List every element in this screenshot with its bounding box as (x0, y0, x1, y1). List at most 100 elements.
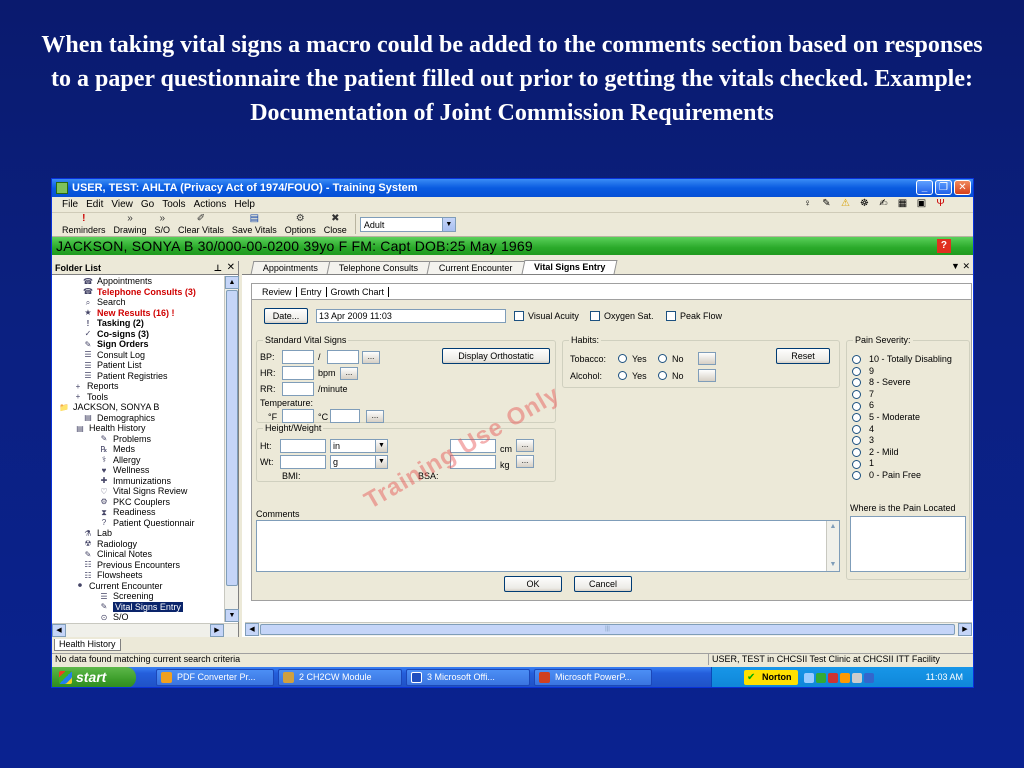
pin-icon[interactable]: ⊥ (214, 261, 222, 275)
caduceus-icon[interactable]: Ψ (934, 198, 947, 210)
task-pdf-converter[interactable]: PDF Converter Pr... (156, 669, 274, 686)
pain-level-radio[interactable] (852, 471, 861, 481)
reset-button[interactable]: Reset (776, 348, 830, 364)
folder-item[interactable]: ☷ Flowsheets (52, 570, 224, 581)
visual-acuity-checkbox[interactable] (514, 311, 524, 321)
height-cm-field[interactable] (450, 439, 496, 453)
date-field[interactable]: 13 Apr 2009 11:03 (316, 309, 506, 323)
scroll-up-icon[interactable]: ▲ (225, 276, 239, 289)
scroll-left-icon[interactable]: ◀ (52, 624, 66, 637)
chevron-down-icon[interactable]: ▼ (375, 456, 387, 468)
folder-item[interactable]: ✎ Sign Orders (52, 339, 224, 350)
bp-diastolic-field[interactable] (327, 350, 359, 364)
clear-vitals-button[interactable]: ✐ Clear Vitals (174, 212, 228, 236)
tobacco-no-radio[interactable] (658, 354, 667, 363)
scroll-down-icon[interactable]: ▼ (225, 609, 239, 622)
reminders-button[interactable]: ! Reminders (58, 212, 110, 236)
scroll-thumb[interactable] (226, 290, 238, 586)
folder-item[interactable]: ▤ Demographics (52, 413, 224, 424)
scroll-right-icon[interactable]: ▶ (958, 623, 972, 636)
chevron-down-icon[interactable]: ▼ (375, 440, 387, 452)
pain-location-field[interactable] (850, 516, 966, 572)
menu-go[interactable]: Go (141, 199, 154, 210)
weight-kg-field[interactable] (450, 455, 496, 469)
folder-item[interactable]: ⌕ Search (52, 297, 224, 308)
folder-item[interactable]: ☎ Telephone Consults (3) (52, 287, 224, 298)
pain-level-option[interactable]: 9 (852, 366, 874, 377)
menu-file[interactable]: File (62, 199, 78, 210)
folder-item[interactable]: ✎ Clinical Notes (52, 549, 224, 560)
tab-vital-signs-entry[interactable]: Vital Signs Entry (521, 260, 618, 274)
pain-level-option[interactable]: 8 - Severe (852, 377, 911, 388)
folder-item[interactable]: ⚫ Current Encounter (52, 581, 224, 592)
task-ch2cw-module[interactable]: 2 CH2CW Module (278, 669, 402, 686)
norton-badge[interactable]: Norton (744, 670, 798, 685)
subtab-review[interactable]: Review (258, 287, 296, 297)
scroll-thumb[interactable]: ||| (260, 624, 955, 635)
bp-systolic-field[interactable] (282, 350, 314, 364)
height-field[interactable] (280, 439, 326, 453)
weight-more-button[interactable]: ... (516, 455, 534, 468)
folder-item[interactable]: ★ New Results (16) ! (52, 308, 224, 319)
weight-unit-select[interactable]: g ▼ (330, 455, 388, 469)
warning-icon[interactable]: ⚠ (839, 198, 852, 210)
tab-appointments[interactable]: Appointments (250, 261, 331, 274)
folder-item[interactable]: + Tools (52, 392, 224, 403)
folder-item[interactable]: ☢ Radiology (52, 539, 224, 550)
folder-item[interactable]: ? Patient Questionnair (52, 518, 224, 529)
alcohol-yes-radio[interactable] (618, 371, 627, 380)
tab-menu-icon[interactable]: ▼ ✕ (951, 261, 970, 272)
network-icon[interactable] (803, 672, 814, 683)
subtab-entry[interactable]: Entry (297, 287, 326, 297)
tab-current-encounter[interactable]: Current Encounter (426, 261, 526, 274)
update-icon[interactable] (839, 672, 850, 683)
chevron-down-icon[interactable]: ▼ (441, 218, 455, 231)
oxygen-sat-checkbox[interactable] (590, 311, 600, 321)
glasses-icon[interactable]: ♀ (801, 198, 814, 210)
folder-item[interactable]: ! Tasking (2) (52, 318, 224, 329)
folder-item[interactable]: ☰ Screening (52, 591, 224, 602)
folder-item[interactable]: ♡ Vital Signs Review (52, 486, 224, 497)
ok-button[interactable]: OK (504, 576, 562, 592)
speaker-icon[interactable] (851, 672, 862, 683)
pain-level-option[interactable]: 3 (852, 435, 874, 446)
drawing-button[interactable]: » Drawing (110, 212, 151, 236)
menu-actions[interactable]: Actions (194, 199, 227, 210)
folder-item[interactable]: ✚ Immunizations (52, 476, 224, 487)
pain-level-radio[interactable] (852, 378, 861, 388)
rr-field[interactable] (282, 382, 314, 396)
calculator-icon[interactable]: ▦ (896, 198, 909, 210)
folder-item[interactable]: ✎ Problems (52, 434, 224, 445)
start-button[interactable]: start (52, 667, 136, 687)
folder-item[interactable]: ⚕ Allergy (52, 455, 224, 466)
pain-level-option[interactable]: 5 - Moderate (852, 412, 920, 423)
globe-icon[interactable] (863, 672, 874, 683)
date-button[interactable]: Date... (264, 308, 308, 324)
pain-level-option[interactable]: 7 (852, 389, 874, 400)
scroll-up-icon[interactable]: ▲ (827, 521, 839, 533)
pain-level-radio[interactable] (852, 413, 861, 423)
pain-level-radio[interactable] (852, 436, 861, 446)
menu-help[interactable]: Help (234, 199, 255, 210)
so-button[interactable]: » S/O (151, 212, 175, 236)
temp-c-field[interactable] (330, 409, 360, 423)
pain-level-radio[interactable] (852, 424, 861, 434)
help-icon[interactable]: ? (937, 239, 951, 253)
pain-level-option[interactable]: 4 (852, 424, 874, 435)
restore-button[interactable]: ❐ (935, 180, 952, 195)
security-icon[interactable] (827, 672, 838, 683)
pen-icon[interactable]: ✎ (820, 198, 833, 210)
folder-item[interactable]: + Reports (52, 381, 224, 392)
grid-icon[interactable]: ▣ (915, 198, 928, 210)
comments-textarea[interactable]: ▲ ▼ (256, 520, 840, 572)
folder-item[interactable]: ℞ Meds (52, 444, 224, 455)
pain-level-option[interactable]: 10 - Totally Disabling (852, 354, 952, 365)
hr-field[interactable] (282, 366, 314, 380)
folder-item[interactable]: ☷ Previous Encounters (52, 560, 224, 571)
folder-item[interactable]: ♥ Wellness (52, 465, 224, 476)
menu-view[interactable]: View (111, 199, 133, 210)
alcohol-no-radio[interactable] (658, 371, 667, 380)
subtab-growth-chart[interactable]: Growth Chart (327, 287, 389, 297)
tab-telephone-consults[interactable]: Telephone Consults (326, 261, 431, 274)
pencil-icon[interactable]: ✍ (877, 198, 890, 210)
